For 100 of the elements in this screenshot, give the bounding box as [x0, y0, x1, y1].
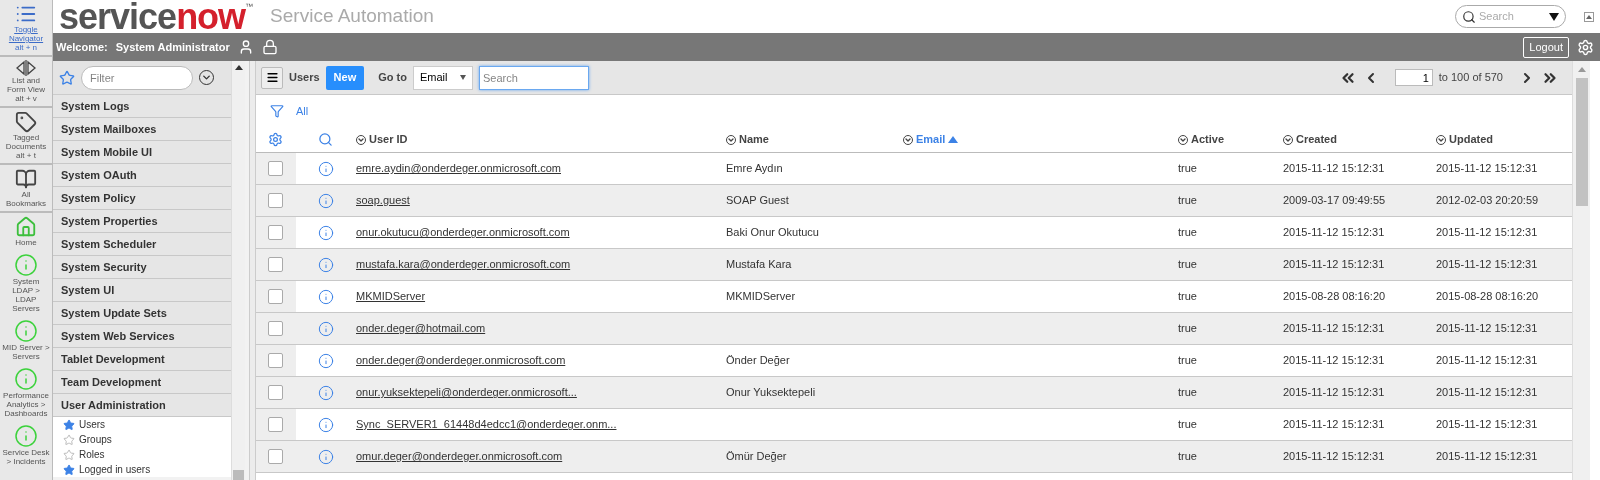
scrollbar-thumb[interactable]	[233, 470, 244, 480]
navigator-module[interactable]: System Policy	[53, 187, 231, 210]
row-checkbox[interactable]	[268, 449, 283, 464]
navigator-module[interactable]: System Mailboxes	[53, 118, 231, 141]
navigator-module[interactable]: System Mobile UI	[53, 141, 231, 164]
info-icon[interactable]	[318, 288, 334, 305]
row-checkbox[interactable]	[268, 289, 283, 304]
star-icon[interactable]	[63, 418, 75, 431]
table-cell-text: true	[1178, 225, 1197, 241]
search-field[interactable]: Search	[478, 65, 589, 90]
row-checkbox[interactable]	[268, 225, 283, 240]
user-id-link[interactable]: onder.deger@hotmail.com	[356, 320, 486, 337]
row-checkbox[interactable]	[268, 193, 283, 208]
column-header[interactable]: Name	[726, 131, 903, 148]
user-id-link[interactable]: omur.deger@onderdeger.onmicrosoft.com	[356, 448, 563, 465]
column-header[interactable]: Email	[903, 131, 1178, 148]
row-checkbox[interactable]	[268, 417, 283, 432]
table-row[interactable]: MKMIDServer MKMIDServer true 2015-08-28 08:16:20 2015-08-28 08:16:20	[256, 281, 1572, 313]
table-row[interactable]: omur.deger@onderdeger.onmicrosoft.com Ömür Değer true 2015-11-12 15:12:31 2015-11-12 15:12:31	[256, 441, 1572, 473]
table-row[interactable]: onur.yuksektepeli@onderdeger.onmicrosoft... Onur Yuksektepeli true 2015-11-12 15:12:31 2015-11-12 15:12:31	[256, 377, 1572, 409]
table-row[interactable]: onur.okutucu@onderdeger.onmicrosoft.com Baki Onur Okutucu true 2015-11-12 15:12:31 2015-11-12 15:12:31	[256, 217, 1572, 249]
rail-shortcut[interactable]: MID Server > Servers	[0, 316, 52, 364]
search-icon[interactable]	[318, 132, 333, 147]
info-icon[interactable]	[318, 352, 334, 369]
info-icon[interactable]	[318, 320, 334, 337]
home-icon	[15, 216, 37, 238]
info-icon[interactable]	[318, 448, 334, 465]
table-row[interactable]: onder.deger@onderdeger.onmicrosoft.com Önder Değer true 2015-11-12 15:12:31 2015-11-12 15:12:31	[256, 345, 1572, 377]
user-id-link[interactable]: onder.deger@onderdeger.onmicrosoft.com	[356, 352, 566, 369]
navigator-module[interactable]: System Properties	[53, 210, 231, 233]
collapse-icon[interactable]	[1584, 11, 1594, 22]
navigator-module[interactable]: Team Development	[53, 371, 231, 394]
scroll-up-icon[interactable]	[234, 65, 243, 70]
user-id-link[interactable]: onur.yuksektepeli@onderdeger.onmicrosoft...	[356, 384, 577, 401]
lock-icon[interactable]	[261, 39, 278, 55]
star-icon[interactable]	[63, 463, 75, 476]
filter-icon[interactable]	[270, 104, 284, 118]
rail-shortcut[interactable]: System LDAP > LDAP Servers	[0, 250, 52, 316]
user-id-link[interactable]: mustafa.kara@onderdeger.onmicrosoft.com	[356, 256, 571, 273]
table-row[interactable]: mustafa.kara@onderdeger.onmicrosoft.com Mustafa Kara true 2015-11-12 15:12:31 2015-11-12 15:12:31	[256, 249, 1572, 281]
table-cell-text: Önder Değer	[726, 353, 790, 369]
table-cell-text: 2015-11-12 15:12:31	[1436, 385, 1538, 401]
page-field[interactable]: 1	[1394, 69, 1433, 86]
info-icon[interactable]	[318, 192, 334, 209]
row-checkbox[interactable]	[268, 321, 283, 336]
navigator-module[interactable]: System Logs	[53, 95, 231, 118]
sort-ascending-icon	[948, 136, 959, 143]
table-cell-text: 2015-11-12 15:12:31	[1283, 225, 1385, 241]
menu-button[interactable]	[261, 66, 283, 89]
row-checkbox[interactable]	[268, 385, 283, 400]
rail-shortcut[interactable]: Service Desk > Incidents	[0, 421, 52, 469]
star-icon[interactable]	[63, 448, 75, 461]
user-id-link[interactable]: soap.guest	[356, 192, 410, 209]
info-icon[interactable]	[318, 256, 334, 273]
table-cell-text: 2015-11-12 15:12:31	[1436, 321, 1538, 337]
row-checkbox[interactable]	[268, 257, 283, 272]
navigator-module[interactable]: System Update Sets	[53, 302, 231, 325]
table-row[interactable]: soap.guest SOAP Guest true 2009-03-17 09:49:55 2012-02-03 20:20:59	[256, 185, 1572, 217]
column-header[interactable]: Active	[1178, 131, 1283, 148]
info-icon	[14, 367, 38, 391]
user-id-link[interactable]: onur.okutucu@onderdeger.onmicrosoft.com	[356, 224, 570, 241]
breadcrumb-link[interactable]: All	[296, 102, 309, 120]
column-header[interactable]: Created	[1283, 131, 1436, 148]
info-icon[interactable]	[318, 160, 334, 177]
scrollbar-thumb[interactable]	[1575, 78, 1588, 206]
navigator-link[interactable]: Roles	[53, 447, 231, 462]
star-icon[interactable]	[59, 69, 75, 86]
navigator-module[interactable]: Tablet Development	[53, 348, 231, 371]
navigator-link[interactable]: Groups	[53, 432, 231, 447]
column-header[interactable]: Updated	[1436, 131, 1572, 148]
split-view-icon	[15, 60, 37, 76]
settings-icon[interactable]	[268, 132, 283, 147]
info-icon[interactable]	[318, 416, 334, 433]
navigator-module[interactable]: System Security	[53, 256, 231, 279]
navigator-link[interactable]: Users	[53, 417, 231, 432]
navigator-module[interactable]: System Scheduler	[53, 233, 231, 256]
field-select[interactable]: Email	[412, 65, 473, 90]
navigator-module[interactable]: User Administration	[53, 394, 231, 417]
table-row[interactable]: Sync_SERVER1_61448d4edcc1@onderdeger.onm... true 2015-11-12 15:12:31 2015-11-12 15:12:31	[256, 409, 1572, 441]
navigator-link[interactable]: Logged in users	[53, 462, 231, 477]
rail-label: MID Server > Servers	[2, 343, 50, 361]
table-cell-text: true	[1178, 417, 1197, 433]
navigator-module[interactable]: System OAuth	[53, 164, 231, 187]
info-icon[interactable]	[318, 224, 334, 241]
rail-shortcut[interactable]: Performance Analytics > Dashboards	[0, 364, 52, 421]
star-icon[interactable]	[63, 433, 75, 446]
table-row[interactable]: emre.aydin@onderdeger.onmicrosoft.com Emre Aydın true 2015-11-12 15:12:31 2015-11-12 15:12:31	[256, 153, 1572, 185]
user-id-link[interactable]: emre.aydin@onderdeger.onmicrosoft.com	[356, 160, 561, 177]
navigator-module[interactable]: System Web Services	[53, 325, 231, 348]
user-id-link[interactable]: MKMIDServer	[356, 288, 426, 305]
navigator-module[interactable]: System UI	[53, 279, 231, 302]
logout-button[interactable]: Logout	[1523, 36, 1569, 58]
rail-shortcut[interactable]: Home	[0, 213, 52, 250]
user-id-link[interactable]: Sync_SERVER1_61448d4edcc1@onderdeger.onm...	[356, 416, 617, 433]
column-header[interactable]: User ID	[356, 131, 726, 148]
row-checkbox[interactable]	[268, 353, 283, 368]
table-row[interactable]: onder.deger@hotmail.com true 2015-11-12 15:12:31 2015-11-12 15:12:31	[256, 313, 1572, 345]
filter-field[interactable]: Filter	[81, 65, 193, 90]
row-checkbox[interactable]	[268, 161, 283, 176]
info-icon[interactable]	[318, 384, 334, 401]
